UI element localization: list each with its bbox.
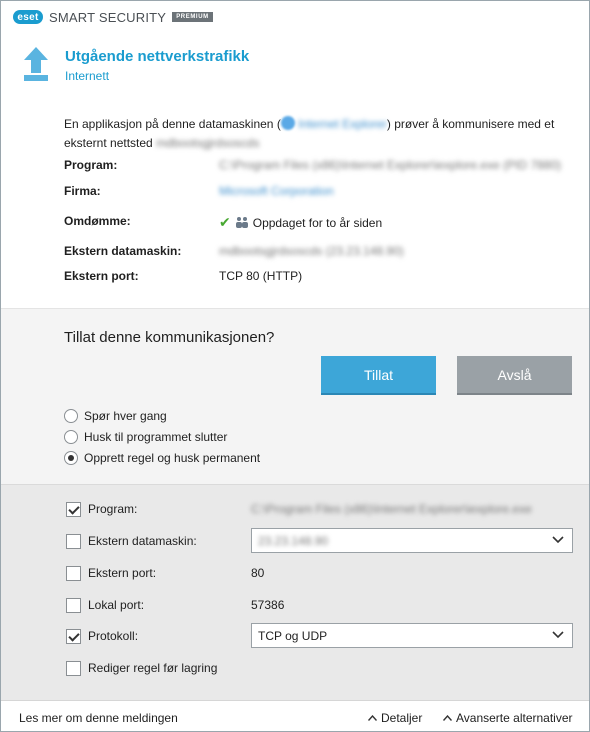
radio-button[interactable] — [64, 430, 78, 444]
rule-local-port-value: 57386 — [251, 598, 285, 612]
details-toggle[interactable]: Detaljer — [368, 711, 422, 725]
rule-label: Ekstern datamaskin: — [88, 534, 197, 548]
alert-title: Utgående nettverkstrafikk — [65, 48, 250, 65]
detail-label: Program: — [64, 158, 118, 172]
checkbox[interactable] — [66, 533, 81, 549]
rule-edit-before-save[interactable]: Rediger regel før lagring — [66, 659, 217, 677]
remote-site: mdbootsgjrdsoscds — [156, 136, 260, 150]
message-text-1: En applikasjon på denne datamaskinen ( — [64, 117, 281, 131]
upload-arrow-icon — [24, 47, 48, 81]
deny-button[interactable]: Avslå — [457, 356, 572, 393]
decision-section: Tillat denne kommunikasjonen? Tillat Avs… — [1, 308, 589, 484]
rule-remote-host[interactable]: Ekstern datamaskin: — [66, 532, 197, 550]
rule-protocol[interactable]: Protokoll: — [66, 627, 138, 645]
reputation-value: ✔ Oppdaget for to år siden — [219, 214, 382, 231]
checkbox[interactable] — [66, 565, 81, 581]
users-icon — [235, 217, 248, 228]
radio-label: Spør hver gang — [84, 409, 167, 423]
alert-subtitle: Internett — [65, 69, 110, 83]
select-value: TCP og UDP — [258, 628, 328, 643]
chevron-down-icon — [552, 536, 564, 544]
rule-label: Ekstern port: — [88, 566, 157, 580]
radio-button[interactable] — [64, 409, 78, 423]
eset-logo: eset — [13, 10, 43, 24]
rule-remote-port[interactable]: Ekstern port: — [66, 564, 156, 582]
learn-more-link[interactable]: Les mer om denne meldingen — [19, 711, 178, 725]
allow-button[interactable]: Tillat — [321, 356, 436, 393]
footer-bar: Les mer om denne meldingen Detaljer Avan… — [1, 700, 589, 731]
advanced-label: Avanserte alternativer — [456, 711, 573, 725]
chevron-up-icon — [443, 715, 452, 721]
remote-host-select[interactable]: 23.23.148.90 — [251, 528, 573, 553]
checkbox[interactable] — [66, 501, 81, 517]
rule-label: Protokoll: — [88, 629, 139, 643]
radio-remember-until-exit[interactable]: Husk til programmet slutter — [64, 430, 227, 444]
radio-button[interactable] — [64, 451, 78, 465]
remote-host-value: mdbootsgjrdsoscds (23.23.148.90) — [219, 244, 404, 258]
remote-port-value: TCP 80 (HTTP) — [219, 269, 303, 283]
detail-label: Omdømme: — [64, 214, 131, 228]
program-path: C:\Program Files (x86)\Internet Explorer… — [219, 158, 562, 172]
rule-label: Rediger regel før lagring — [88, 661, 218, 675]
app-name-link[interactable]: Internet Explorer — [298, 115, 387, 134]
product-name: SMART SECURITY — [49, 9, 167, 25]
edition-badge: PREMIUM — [172, 12, 213, 22]
details-label: Detaljer — [381, 711, 423, 725]
radio-ask-every-time[interactable]: Spør hver gang — [64, 409, 167, 423]
detail-label: Ekstern port: — [64, 269, 139, 283]
alert-message: En applikasjon på denne datamaskinen ( I… — [64, 115, 564, 153]
check-icon: ✔ — [219, 214, 231, 230]
rule-local-port[interactable]: Lokal port: — [66, 596, 144, 614]
rule-program-path: C:\Program Files (x86)\Internet Explorer… — [251, 502, 532, 516]
chevron-up-icon — [368, 715, 377, 721]
checkbox[interactable] — [66, 628, 81, 644]
select-value: 23.23.148.90 — [258, 533, 329, 548]
rule-options: Program: C:\Program Files (x86)\Internet… — [1, 484, 589, 700]
checkbox[interactable] — [66, 660, 81, 676]
chevron-down-icon — [552, 631, 564, 639]
reputation-text: Oppdaget for to år siden — [252, 216, 383, 230]
rule-label: Program: — [88, 502, 138, 516]
company-link[interactable]: Microsoft Corporation — [219, 184, 334, 198]
advanced-options-toggle[interactable]: Avanserte alternativer — [443, 711, 573, 725]
rule-remote-port-value: 80 — [251, 566, 265, 580]
internet-explorer-icon — [280, 116, 295, 130]
radio-label: Opprett regel og husk permanent — [84, 451, 261, 465]
radio-create-rule[interactable]: Opprett regel og husk permanent — [64, 451, 260, 465]
rule-label: Lokal port: — [88, 598, 145, 612]
detail-label: Ekstern datamaskin: — [64, 244, 182, 258]
rule-program[interactable]: Program: — [66, 500, 137, 518]
alert-header: Utgående nettverkstrafikk Internett — [1, 33, 589, 97]
checkbox[interactable] — [66, 597, 81, 613]
protocol-select[interactable]: TCP og UDP — [251, 623, 573, 648]
detail-label: Firma: — [64, 184, 101, 198]
alert-window: eset SMART SECURITY PREMIUM Utgående net… — [0, 0, 590, 732]
decision-question: Tillat denne kommunikasjonen? — [64, 329, 275, 346]
title-bar: eset SMART SECURITY PREMIUM — [1, 1, 589, 33]
radio-label: Husk til programmet slutter — [84, 430, 228, 444]
